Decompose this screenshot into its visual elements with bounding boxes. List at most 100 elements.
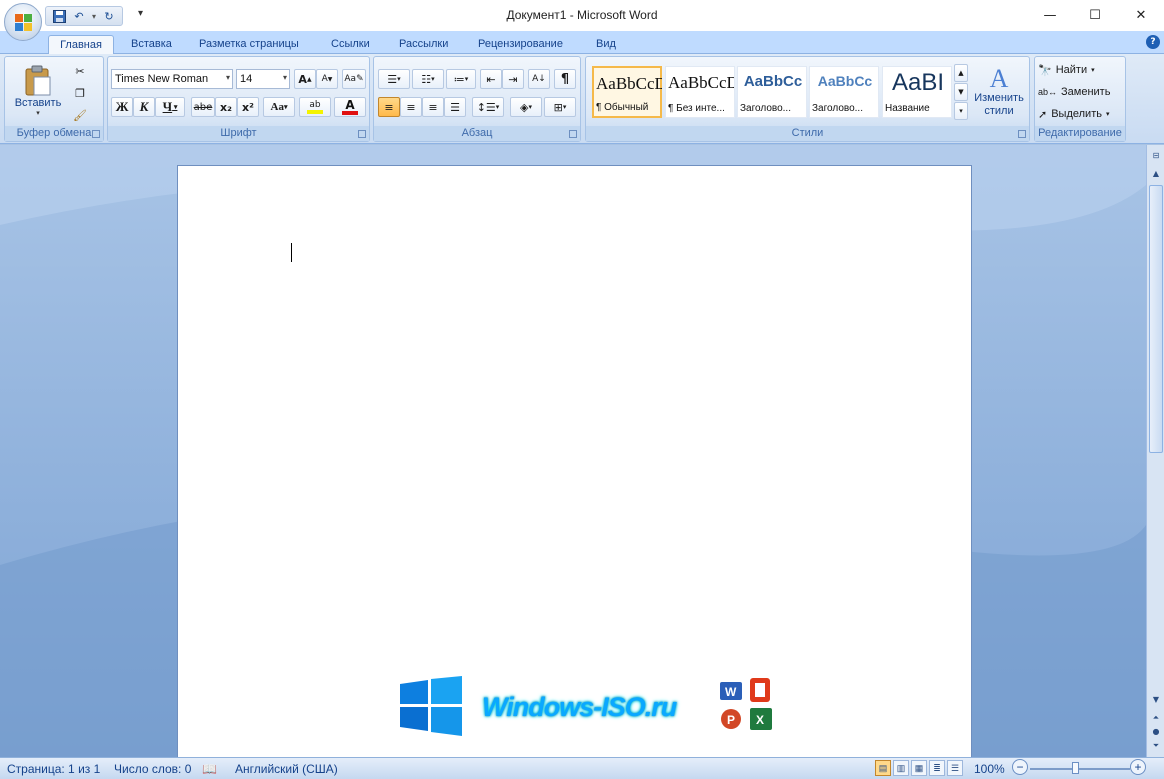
font-size-combo[interactable]: 14 ▾ [236,69,290,89]
document-area: Windows-ISO.ru W P X [0,145,1146,757]
replace-icon: ab↔ [1038,87,1058,97]
styles-launcher-icon[interactable] [1018,130,1026,138]
zoom-slider-track[interactable] [1030,768,1130,770]
web-layout-view-icon[interactable]: ▦ [911,760,927,776]
style-title-tile[interactable]: AaBI Название [882,66,952,118]
font-name-dropdown-icon[interactable]: ▾ [226,73,230,82]
style-name: ¶ Обычный [596,102,649,113]
windows-logo-icon [400,676,462,736]
draft-view-icon[interactable]: ☰ [947,760,963,776]
style-sample: AaBbCc [817,73,873,89]
paragraph-launcher-icon[interactable] [569,130,577,138]
tab-insert[interactable]: Вставка [131,35,172,54]
select-button[interactable]: ➚ Выделить ▾ [1037,104,1123,124]
italic-button[interactable]: К [133,97,155,117]
style-normal-tile[interactable]: AaBbCcDc ¶ Обычный [592,66,662,118]
zoom-out-button[interactable]: − [1012,759,1028,775]
font-size-dropdown-icon[interactable]: ▾ [283,73,287,82]
underline-button[interactable]: Ч ▾ [155,97,185,117]
maximize-button[interactable]: ☐ [1072,0,1118,30]
line-spacing-button[interactable]: ↕☰ ▾ [472,97,504,117]
grow-font-button[interactable]: A ▲ [294,69,316,89]
scroll-up-icon[interactable]: ▲ [1149,167,1163,181]
ruler-toggle-icon[interactable]: ⊟ [1149,149,1163,163]
select-browse-object-icon[interactable]: ● [1149,725,1163,739]
highlight-button[interactable]: ab [299,97,331,117]
multilevel-list-button[interactable]: ≔ ▾ [446,69,476,89]
align-center-button[interactable]: ≡ [400,97,422,117]
proofing-icon[interactable]: 📖 [202,762,217,776]
office-button[interactable] [4,3,42,41]
style-no-spacing-tile[interactable]: AaBbCcDc ¶ Без инте... [665,66,735,118]
decrease-indent-button[interactable]: ⇤ [480,69,502,89]
tab-home[interactable]: Главная [48,35,114,54]
superscript-button[interactable]: x² [237,97,259,117]
shrink-font-button[interactable]: A ▼ [316,69,338,89]
increase-indent-button[interactable]: ⇥ [502,69,524,89]
shading-button[interactable]: ◈ ▾ [510,97,542,117]
tab-page-layout[interactable]: Разметка страницы [199,35,299,54]
tab-references[interactable]: Ссылки [331,35,370,54]
status-bar: Страница: 1 из 1 Число слов: 0 📖 Английс… [0,757,1164,779]
word-count[interactable]: Число слов: 0 [114,762,191,776]
bullets-button[interactable]: ☰ ▾ [378,69,410,89]
binoculars-icon: 🔭 [1038,64,1052,77]
styles-scroll-up-icon[interactable]: ▲ [954,64,968,82]
strikethrough-button[interactable]: abe [191,97,215,117]
next-page-icon[interactable]: ⏷ [1149,739,1163,753]
style-heading2-tile[interactable]: AaBbCc Заголово... [809,66,879,118]
document-page[interactable]: Windows-ISO.ru W P X [177,165,972,757]
cut-icon[interactable]: ✂ [69,61,91,81]
zoom-in-button[interactable]: + [1130,759,1146,775]
office-logo-icon [15,14,33,32]
show-marks-button[interactable]: ¶ [554,69,576,89]
font-launcher-icon[interactable] [358,130,366,138]
align-right-button[interactable]: ≡ [422,97,444,117]
tab-mailings[interactable]: Рассылки [399,35,448,54]
zoom-level[interactable]: 100% [974,762,1005,776]
print-layout-view-icon[interactable]: ▤ [875,760,891,776]
style-name: Название [885,103,930,114]
numbering-button[interactable]: ☷ ▾ [412,69,444,89]
styles-more-icon[interactable]: ▾ [954,102,968,120]
format-painter-icon[interactable]: 🖌 [69,105,91,125]
outline-view-icon[interactable]: ≣ [929,760,945,776]
font-size-value: 14 [240,73,253,85]
font-color-button[interactable]: A [334,97,366,117]
zoom-slider-thumb[interactable] [1072,762,1079,774]
svg-text:P: P [727,713,735,727]
tab-view[interactable]: Вид [596,35,616,54]
vertical-scrollbar[interactable]: ⊟ ▲ ▼ ⏶ ● ⏷ [1146,145,1164,757]
language-indicator[interactable]: Английский (США) [235,762,338,776]
full-screen-reading-view-icon[interactable]: ▥ [893,760,909,776]
scroll-down-icon[interactable]: ▼ [1149,693,1163,707]
help-icon[interactable]: ? [1146,35,1160,49]
justify-button[interactable]: ☰ [444,97,466,117]
styles-scroll-down-icon[interactable]: ▼ [954,83,968,101]
clipboard-launcher-icon[interactable] [92,130,100,138]
copy-icon[interactable]: ❐ [69,83,91,103]
close-button[interactable]: ✕ [1118,0,1164,30]
find-button[interactable]: 🔭 Найти ▾ [1037,60,1123,80]
sort-button[interactable]: A↓ [528,69,550,89]
change-case-button[interactable]: Aa ▾ [263,97,295,117]
change-styles-button[interactable]: A Изменить стили [972,61,1026,123]
bold-button[interactable]: Ж [111,97,133,117]
minimize-button[interactable]: — [1027,0,1073,30]
font-name-combo[interactable]: Times New Roman ▾ [111,69,233,89]
page-count[interactable]: Страница: 1 из 1 [7,762,100,776]
style-sample: AaBbCc [743,73,803,90]
paste-label: Вставить [14,97,62,109]
subscript-button[interactable]: x₂ [215,97,237,117]
scroll-thumb[interactable] [1149,185,1163,453]
clear-formatting-button[interactable]: Aa✎ [342,69,366,89]
previous-page-icon[interactable]: ⏶ [1149,711,1163,725]
tab-review[interactable]: Рецензирование [478,35,563,54]
ribbon: Вставить ▾ ✂ ❐ 🖌 Буфер обмена Times New … [0,54,1164,144]
group-label-paragraph: Абзац [374,126,580,141]
align-left-button[interactable]: ≡ [378,97,400,117]
borders-button[interactable]: ⊞ ▾ [544,97,576,117]
paste-button[interactable]: Вставить ▾ [15,61,61,121]
replace-button[interactable]: ab↔ Заменить [1037,82,1123,102]
style-heading1-tile[interactable]: AaBbCc Заголово... [737,66,807,118]
